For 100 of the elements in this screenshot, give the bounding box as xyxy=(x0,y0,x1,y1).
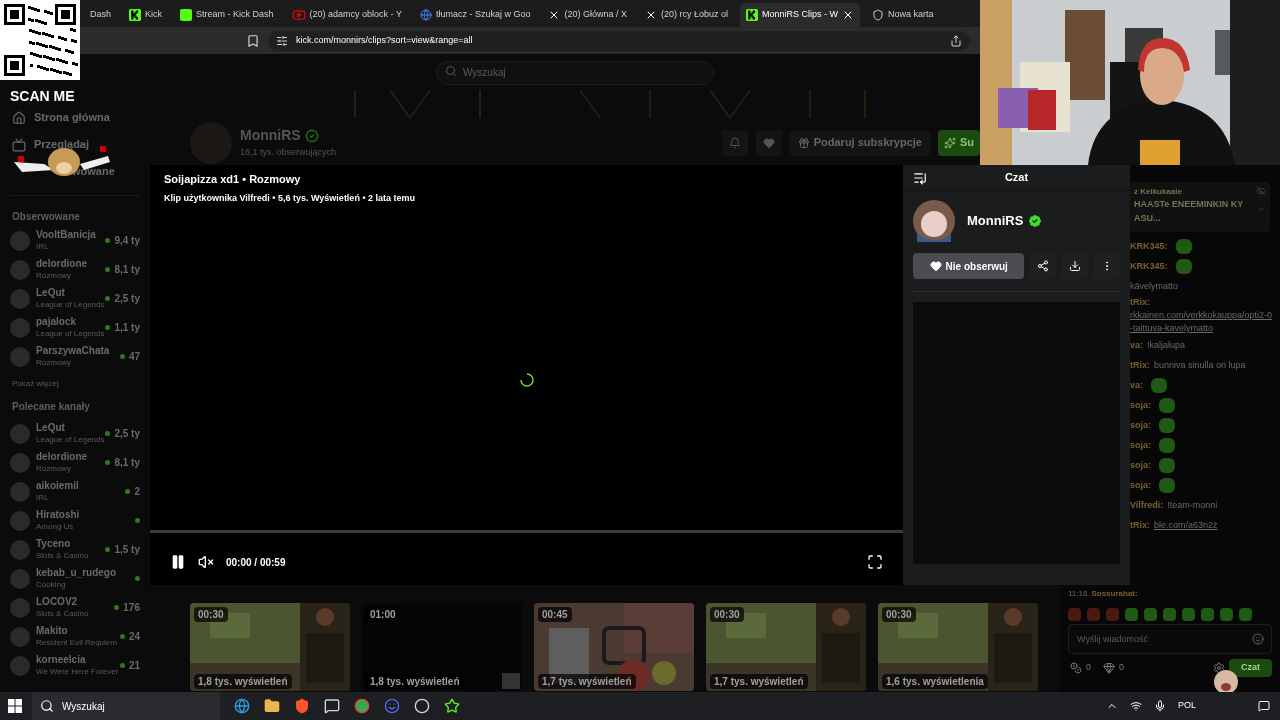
emote-icon xyxy=(1151,377,1167,393)
subscribe-button[interactable]: Su xyxy=(937,129,980,156)
address-bar[interactable]: kick.com/monnirs/clips?sort=view&range=all xyxy=(268,30,970,51)
channel-name[interactable]: LeQut xyxy=(36,421,100,434)
avatar xyxy=(10,539,30,560)
tab-title: Dash xyxy=(90,8,111,22)
browser-tab[interactable]: Nowa karta xyxy=(866,3,940,27)
clip-thumbnail[interactable]: 00:30 1,6 tys. wyświetlenia xyxy=(878,603,1038,691)
emoji-icon[interactable] xyxy=(1252,633,1264,645)
windows-start-icon[interactable] xyxy=(8,699,22,713)
language-indicator[interactable]: POL xyxy=(1178,699,1196,713)
site-settings-icon[interactable] xyxy=(276,34,288,47)
download-button[interactable] xyxy=(1062,253,1089,279)
clip-thumbnail[interactable]: 01:00 1,8 tys. wyświetleń xyxy=(362,603,522,691)
channel-name[interactable]: Makito xyxy=(36,624,114,637)
avatar xyxy=(10,510,30,531)
channel-name[interactable]: delordione xyxy=(36,257,88,270)
channel-name[interactable]: Hiratoshi xyxy=(36,508,80,521)
channel-category: Rozmowy xyxy=(36,269,73,282)
browser-tab[interactable]: tłumacz - Szukaj w Goo xyxy=(413,3,537,27)
chat-username[interactable]: tRix: xyxy=(1130,296,1150,309)
tab-title: (20) rcy Łobuz ol xyxy=(661,8,729,22)
send-button[interactable]: Czat xyxy=(1229,659,1272,677)
taskbar-search-field[interactable]: Wyszukaj xyxy=(32,692,220,720)
chat-username[interactable]: Sossurahat: xyxy=(1091,588,1138,600)
emote-icon xyxy=(1159,477,1175,493)
tab-title: (20) adamcy oblock - Y xyxy=(309,8,402,22)
channel-name[interactable]: Tyceno xyxy=(36,537,89,550)
avatar xyxy=(10,317,30,338)
channel-title: MonniRS xyxy=(967,212,1024,231)
channel-name[interactable]: korneelcia xyxy=(36,653,114,666)
notifications-icon[interactable] xyxy=(1258,700,1270,712)
channel-name[interactable]: kebab_u_rudego xyxy=(36,566,117,579)
browser-icon[interactable] xyxy=(234,698,250,714)
mute-icon[interactable] xyxy=(198,554,214,570)
follow-button[interactable] xyxy=(755,129,782,156)
chat-username[interactable]: va: xyxy=(1130,378,1143,392)
chat-username[interactable]: tRix: xyxy=(1130,358,1150,372)
clip-thumbnail[interactable]: 00:30 1,8 tys. wyświetleń xyxy=(190,603,350,691)
browser-tab[interactable]: (20) Główna / X xyxy=(542,3,633,27)
tab-title: MonniRS Clips - W xyxy=(762,8,839,22)
chat-link[interactable]: ble.com/a63n2z xyxy=(1154,518,1218,532)
chat-username[interactable]: soja: xyxy=(1130,398,1151,412)
shield-icon[interactable] xyxy=(294,698,310,714)
chat-username[interactable]: Vilfredi: xyxy=(1130,498,1164,512)
settings-icon[interactable] xyxy=(1213,662,1225,674)
progress-track[interactable] xyxy=(150,530,903,533)
channel-name[interactable]: VooltBanicja xyxy=(36,228,96,241)
folder-icon[interactable] xyxy=(264,698,280,714)
discord-icon[interactable] xyxy=(384,698,400,714)
browser-tab[interactable]: Stream - Kick Dash xyxy=(174,3,280,27)
browser-tab[interactable]: Kick xyxy=(123,3,169,27)
message-field[interactable]: Wyślij wiadomość xyxy=(1068,624,1272,654)
chat-text: !team-monni xyxy=(1167,498,1218,512)
network-icon[interactable] xyxy=(1130,700,1142,712)
collapse-icon[interactable] xyxy=(913,171,927,185)
share-icon[interactable] xyxy=(950,34,962,47)
microphone-icon[interactable] xyxy=(1154,700,1166,712)
browser-tab[interactable]: (20) rcy Łobuz ol xyxy=(639,3,735,27)
browser-tab[interactable]: (20) adamcy oblock - Y xyxy=(285,3,408,27)
chat-username[interactable]: tRix: xyxy=(1130,518,1150,532)
viewer-count: 8,1 ty xyxy=(114,456,140,470)
fullscreen-icon[interactable] xyxy=(867,554,883,570)
chat-username[interactable]: soja: xyxy=(1130,418,1151,432)
gift-subscription-button[interactable]: Podaruj subskrypcje xyxy=(789,129,930,156)
chat-username[interactable]: soja: xyxy=(1130,458,1151,472)
viewer-count: 1,5 ty xyxy=(114,543,140,557)
unfollow-button[interactable]: Nie obserwuj xyxy=(913,253,1025,279)
share-button[interactable] xyxy=(1030,253,1057,279)
x-logo-icon xyxy=(645,9,657,21)
chat-username[interactable]: KRK345: xyxy=(1130,259,1168,273)
browser-tab[interactable]: Dash xyxy=(84,3,117,27)
avatar xyxy=(10,481,30,502)
chat-username[interactable]: va: xyxy=(1130,338,1143,352)
tab-title: Kick xyxy=(145,8,163,22)
browser-tab[interactable]: MonniRS Clips - W xyxy=(740,3,861,27)
chat-username[interactable]: soja: xyxy=(1130,438,1151,452)
app-icon[interactable] xyxy=(324,698,340,714)
star-icon[interactable] xyxy=(444,698,460,714)
clip-thumbnail[interactable]: 00:45 1,7 tys. wyświetleń xyxy=(534,603,694,691)
emote-icon xyxy=(1175,258,1192,274)
nav-item[interactable]: Strona główna xyxy=(0,104,150,131)
show-more-link[interactable]: Pokaż więcej xyxy=(0,374,150,394)
channel-name[interactable]: aikoiemil xyxy=(36,479,79,492)
chat-link[interactable]: rkkainen.com/verkkokauppa/opti2-0-taittuva-kavelymatto xyxy=(1130,309,1274,335)
chat-username[interactable]: soja: xyxy=(1130,478,1151,492)
clip-thumbnail[interactable]: 00:30 1,7 tys. wyświetleń xyxy=(706,603,866,691)
search-field[interactable]: Wyszukaj xyxy=(436,60,714,85)
bookmark-icon[interactable] xyxy=(246,33,260,48)
section-heading: Obserwowane xyxy=(11,209,81,224)
tab-title: Nowa karta xyxy=(888,8,934,22)
chat-username[interactable]: KRK345: xyxy=(1130,239,1168,253)
nav-item[interactable]: Przeglądaj xyxy=(0,131,150,158)
pause-icon[interactable] xyxy=(170,554,186,570)
channel-name[interactable]: pajalock xyxy=(36,315,100,328)
channel-name[interactable]: LOCOV2 xyxy=(36,595,89,608)
channel-name[interactable]: ParszywaChata xyxy=(36,344,110,357)
avatar xyxy=(10,288,30,309)
channel-name[interactable]: delordione xyxy=(36,450,88,463)
channel-name[interactable]: LeQut xyxy=(36,286,100,299)
